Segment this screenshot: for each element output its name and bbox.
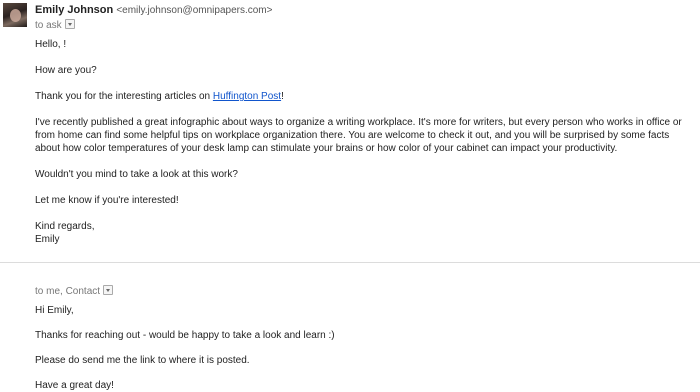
body-line: Have a great day! [35,380,114,391]
body-line: Please do send me the link to where it i… [35,355,250,366]
body-text: Thank you for the interesting articles o… [35,91,213,102]
avatar[interactable] [3,3,27,27]
sender-line: Emily Johnson <emily.johnson@omnipapers.… [35,4,272,17]
body-line: Thank you for the interesting articles o… [35,90,695,103]
reply-recipients-line: to me, Contact [35,285,114,298]
signature: Emily [35,234,60,245]
body-text: ! [281,91,284,102]
chevron-down-icon[interactable] [103,285,114,295]
reply-message-body: Hi Emily, Thanks for reaching out - woul… [35,304,695,392]
huffington-post-link[interactable]: Huffington Post [213,91,281,102]
body-line: Wouldn't you mind to take a look at this… [35,169,238,180]
closing: Kind regards, [35,221,95,232]
greeting: Hello, ! [35,39,67,50]
message-divider [0,262,700,263]
body-line: How are you? [35,65,97,76]
body-line: Thanks for reaching out - would be happy… [35,330,335,341]
email-message-1: Emily Johnson <emily.johnson@omnipapers.… [0,0,700,262]
message-body: Hello, ! How are you? Thank you for the … [35,38,695,246]
avatar-face-image [10,9,21,22]
recipients-text: to me, Contact [35,286,101,297]
recipients-line: to ask [35,19,75,32]
recipients-text: to ask [35,20,62,31]
sender-name[interactable]: Emily Johnson [35,4,113,16]
sender-email: <emily.johnson@omnipapers.com> [116,5,273,16]
body-paragraph: I've recently published a great infograp… [35,117,682,154]
greeting: Hi Emily, [35,305,74,316]
body-line: Let me know if you're interested! [35,195,179,206]
chevron-down-icon[interactable] [64,19,75,29]
